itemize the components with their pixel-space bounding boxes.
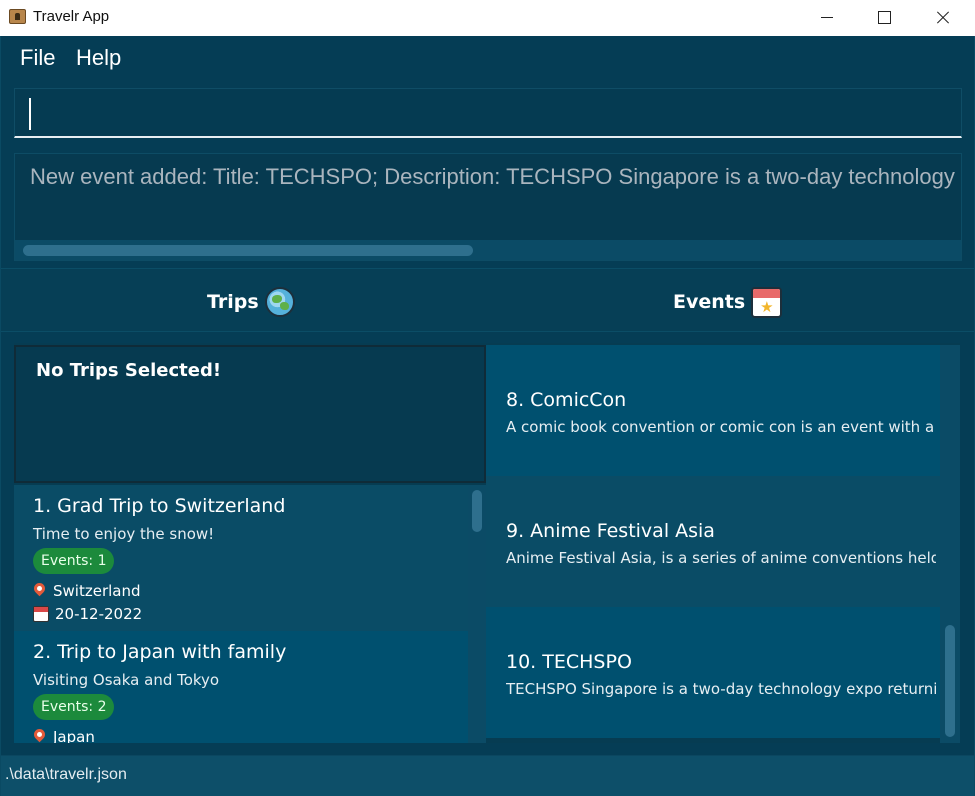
events-count-badge: Events: 2	[33, 694, 115, 720]
trip-location: Switzerland	[33, 582, 141, 600]
result-display: New event added: Title: TECHSPO; Descrip…	[14, 153, 962, 261]
trip-list-scrollbar-thumb[interactable]	[472, 490, 482, 532]
status-bar: .\data\travelr.json	[1, 755, 974, 796]
tab-events[interactable]: Events	[673, 286, 783, 318]
event-description: TECHSPO Singapore is a two-day technolog…	[506, 680, 936, 698]
event-list-scrollbar[interactable]	[940, 345, 960, 743]
title-bar: Travelr App	[0, 0, 975, 36]
trip-description: Visiting Osaka and Tokyo	[33, 671, 220, 689]
tab-bar: Trips Events	[1, 268, 974, 332]
tab-trips-label: Trips	[207, 291, 259, 313]
content-area: No Trips Selected! 1. Grad Trip to Switz…	[14, 343, 960, 743]
trip-card[interactable]: 1. Grad Trip to Switzerland Time to enjo…	[14, 485, 468, 631]
event-description: Anime Festival Asia, is a series of anim…	[506, 549, 936, 567]
menu-file[interactable]: File	[20, 45, 55, 71]
result-scrollbar[interactable]	[15, 240, 961, 260]
calendar-icon	[33, 606, 49, 622]
text-caret	[29, 98, 31, 130]
command-input[interactable]	[14, 88, 962, 138]
trip-list: 1. Grad Trip to Switzerland Time to enjo…	[14, 485, 486, 743]
globe-icon	[264, 287, 295, 317]
trip-list-scrollbar[interactable]	[468, 485, 486, 743]
location-pin-icon	[33, 583, 47, 599]
trip-card[interactable]: 2. Trip to Japan with family Visiting Os…	[14, 631, 468, 743]
trip-title: 2. Trip to Japan with family	[33, 641, 287, 663]
no-trip-selected-text: No Trips Selected!	[36, 360, 222, 381]
menu-help[interactable]: Help	[76, 45, 121, 71]
trip-title: 1. Grad Trip to Switzerland	[33, 495, 286, 517]
close-icon[interactable]	[913, 0, 971, 36]
trip-location: Japan	[33, 728, 95, 743]
app-icon	[9, 9, 26, 24]
event-description: A comic book convention or comic con is …	[506, 418, 936, 436]
events-count-badge: Events: 1	[33, 548, 115, 574]
location-pin-icon	[33, 729, 47, 743]
window-title: Travelr App	[33, 8, 110, 25]
trip-description: Time to enjoy the snow!	[33, 525, 215, 543]
event-card[interactable]: 9. Anime Festival Asia Anime Festival As…	[486, 476, 940, 607]
app-window: File Help New event added: Title: TECHSP…	[0, 36, 975, 796]
trip-location-text: Switzerland	[53, 582, 141, 600]
event-title: 8. ComicCon	[506, 389, 627, 411]
trip-date: 20-12-2022	[33, 605, 142, 623]
event-title: 9. Anime Festival Asia	[506, 520, 715, 542]
result-scrollbar-thumb[interactable]	[23, 245, 473, 256]
trip-date-text: 20-12-2022	[55, 605, 143, 623]
menu-bar: File Help	[1, 36, 974, 80]
event-list-scrollbar-thumb[interactable]	[945, 625, 955, 737]
event-list: 8. ComicCon A comic book convention or c…	[486, 345, 960, 743]
result-text: New event added: Title: TECHSPO; Descrip…	[30, 164, 962, 189]
tab-events-label: Events	[673, 291, 746, 313]
maximize-icon[interactable]	[855, 0, 913, 36]
event-title: 10. TECHSPO	[506, 651, 632, 673]
trip-location-text: Japan	[53, 728, 95, 743]
calendar-star-icon	[751, 286, 783, 318]
event-card[interactable]: 8. ComicCon A comic book convention or c…	[486, 345, 940, 476]
data-file-path: .\data\travelr.json	[5, 766, 127, 783]
tab-trips[interactable]: Trips	[207, 287, 295, 317]
selected-trip-panel: No Trips Selected!	[14, 345, 486, 483]
minimize-icon[interactable]	[798, 0, 856, 36]
event-card[interactable]: 10. TECHSPO TECHSPO Singapore is a two-d…	[486, 607, 940, 738]
